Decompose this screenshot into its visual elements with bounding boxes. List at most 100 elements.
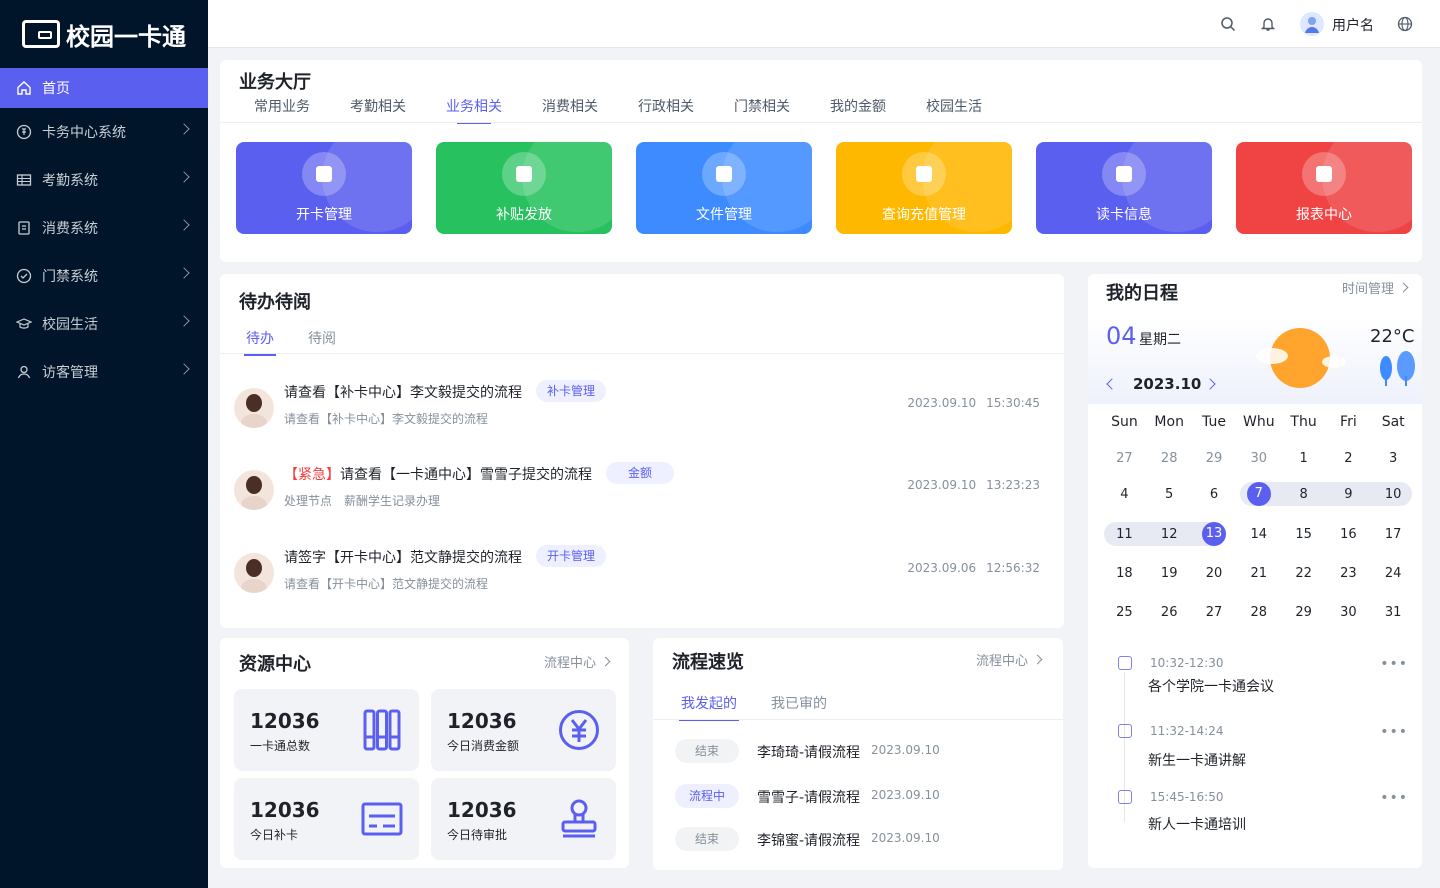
calendar-day[interactable]: 2 <box>1326 451 1371 466</box>
calendar-day[interactable]: 15 <box>1281 527 1326 542</box>
flow-row[interactable]: 结束 李琦琦-请假流程 2023.09.10 <box>675 739 1055 763</box>
calendar-day[interactable]: 5 <box>1147 487 1192 502</box>
stat-card[interactable]: 12036 今日待审批 <box>431 778 616 860</box>
time-management-link[interactable]: 时间管理 <box>1342 278 1407 297</box>
flow-row[interactable]: 流程中 雪雪子-请假流程 2023.09.10 <box>675 784 1055 808</box>
process-center-link[interactable]: 流程中心 <box>976 650 1041 669</box>
stat-card[interactable]: 12036 今日补卡 <box>234 778 419 860</box>
username[interactable]: 用户名 <box>1332 15 1374 35</box>
more-options-icon[interactable]: ••• <box>1380 724 1408 740</box>
tab-business[interactable]: 业务相关 <box>446 96 502 124</box>
calendar-day[interactable]: 23 <box>1326 566 1371 581</box>
calendar-day[interactable]: 19 <box>1147 566 1192 581</box>
tab-my-amount[interactable]: 我的金额 <box>830 96 886 124</box>
calendar-day[interactable]: 30 <box>1326 605 1371 620</box>
calendar-day[interactable]: 29 <box>1281 605 1326 620</box>
sidebar-item-access-control[interactable]: 门禁系统 <box>0 252 208 300</box>
urgent-tag: 【紧急】 <box>284 467 340 483</box>
tab-to-read[interactable]: 待阅 <box>306 328 338 356</box>
calendar-day[interactable]: 6 <box>1192 487 1237 502</box>
flow-name: 李琦琦-请假流程 <box>757 745 861 761</box>
tab-initiated[interactable]: 我发起的 <box>679 693 739 721</box>
calendar-day[interactable]: 14 <box>1236 527 1281 542</box>
search-icon[interactable] <box>1220 16 1236 36</box>
calendar-week-row: 27 28 29 30 1 2 3 <box>1102 442 1416 474</box>
tile-subsidy[interactable]: 补贴发放 <box>436 142 612 234</box>
sidebar-item-home[interactable]: 首页 <box>0 68 208 108</box>
calendar-day[interactable]: 16 <box>1326 527 1371 542</box>
divider <box>220 122 1422 123</box>
flow-title: 流程速览 <box>672 652 744 673</box>
tab-reviewed[interactable]: 我已审的 <box>769 693 829 721</box>
calendar-day[interactable]: 18 <box>1102 566 1147 581</box>
sidebar-item-consumption[interactable]: 消费系统 <box>0 204 208 252</box>
todo-item-subtitle-text: 请查看【补卡中心】李文毅提交的流程 <box>284 412 489 426</box>
tile-recharge-query[interactable]: 查询充值管理 <box>836 142 1012 234</box>
todo-item-title: 【紧急】请查看【一卡通中心】雪雪子提交的流程 <box>284 464 592 484</box>
calendar-day[interactable]: 11 <box>1102 527 1147 542</box>
calendar-day[interactable]: 20 <box>1192 566 1237 581</box>
tab-todo[interactable]: 待办 <box>244 328 276 356</box>
calendar-day[interactable]: 9 <box>1326 487 1371 502</box>
calendar-day[interactable]: 3 <box>1371 451 1416 466</box>
schedule-event[interactable]: 11:32-14:24 新生一卡通讲解 ••• <box>1118 724 1408 770</box>
tile-card-open[interactable]: 开卡管理 <box>236 142 412 234</box>
tile-card-reading[interactable]: 读卡信息 <box>1036 142 1212 234</box>
calendar-day[interactable]: 27 <box>1102 451 1147 466</box>
sidebar-item-visitor[interactable]: 访客管理 <box>0 348 208 396</box>
card-center-icon <box>16 124 32 140</box>
stamp-icon <box>558 798 600 840</box>
chevron-right-icon <box>178 363 190 375</box>
calendar-day[interactable]: 12 <box>1147 527 1192 542</box>
flow-row[interactable]: 结束 李锦蜜-请假流程 2023.09.10 <box>675 827 1055 851</box>
list-item[interactable]: 请签字【开卡中心】范文静提交的流程 开卡管理 请查看【开卡中心】范文静提交的流程… <box>234 545 1050 603</box>
calendar-day[interactable]: 30 <box>1236 451 1281 466</box>
sidebar-item-attendance[interactable]: 考勤系统 <box>0 156 208 204</box>
calendar-day[interactable]: 29 <box>1192 451 1237 466</box>
bell-icon[interactable] <box>1260 16 1276 36</box>
calendar-day[interactable]: 26 <box>1147 605 1192 620</box>
calendar-day[interactable]: 27 <box>1192 605 1237 620</box>
calendar-day[interactable]: 17 <box>1371 527 1416 542</box>
calendar-day[interactable]: 22 <box>1281 566 1326 581</box>
more-options-icon[interactable]: ••• <box>1380 790 1408 806</box>
process-center-link[interactable]: 流程中心 <box>544 652 609 671</box>
tile-report-center[interactable]: 报表中心 <box>1236 142 1412 234</box>
stat-card[interactable]: 12036 一卡通总数 <box>234 689 419 771</box>
tab-access[interactable]: 门禁相关 <box>734 96 790 124</box>
list-item[interactable]: 请查看【补卡中心】李文毅提交的流程 补卡管理 请查看【补卡中心】李文毅提交的流程… <box>234 380 1050 438</box>
sidebar-item-card-center[interactable]: 卡务中心系统 <box>0 108 208 156</box>
calendar-day[interactable]: 21 <box>1236 566 1281 581</box>
resource-panel: 资源中心 流程中心 12036 一卡通总数 12036 今日消费金额 12036… <box>220 638 629 868</box>
calendar-day[interactable]: 4 <box>1102 487 1147 502</box>
avatar[interactable] <box>1300 12 1324 36</box>
event-title: 各个学院一卡通会议 <box>1148 679 1274 695</box>
stat-card[interactable]: 12036 今日消费金额 <box>431 689 616 771</box>
flow-date: 2023.09.10 <box>871 788 940 802</box>
globe-icon[interactable] <box>1397 16 1413 36</box>
calendar-day[interactable]: 8 <box>1281 487 1326 502</box>
calendar-day[interactable]: 28 <box>1147 451 1192 466</box>
calendar-day[interactable]: 1 <box>1281 451 1326 466</box>
tab-common[interactable]: 常用业务 <box>254 96 310 124</box>
tab-attendance[interactable]: 考勤相关 <box>350 96 406 124</box>
category-badge: 开卡管理 <box>536 545 607 567</box>
stat-label: 今日补卡 <box>250 828 299 842</box>
calendar-day-selected[interactable]: 13 <box>1192 522 1237 546</box>
sidebar-item-campus-life[interactable]: 校园生活 <box>0 300 208 348</box>
tab-consumption[interactable]: 消费相关 <box>542 96 598 124</box>
calendar-day[interactable]: 24 <box>1371 566 1416 581</box>
calendar-day-selected[interactable]: 7 <box>1236 482 1281 506</box>
calendar-day[interactable]: 25 <box>1102 605 1147 620</box>
tile-file-management[interactable]: 文件管理 <box>636 142 812 234</box>
schedule-event[interactable]: 10:32-12:30 各个学院一卡通会议 ••• <box>1118 656 1408 696</box>
schedule-event[interactable]: 15:45-16:50 新人一卡通培训 ••• <box>1118 790 1408 834</box>
tab-administration[interactable]: 行政相关 <box>638 96 694 124</box>
chevron-right-icon <box>178 219 190 231</box>
tab-campus-life[interactable]: 校园生活 <box>926 96 982 124</box>
more-options-icon[interactable]: ••• <box>1380 656 1408 672</box>
calendar-day[interactable]: 10 <box>1371 487 1416 502</box>
calendar-day[interactable]: 31 <box>1371 605 1416 620</box>
calendar-day[interactable]: 28 <box>1236 605 1281 620</box>
list-item[interactable]: 【紧急】请查看【一卡通中心】雪雪子提交的流程 金额 处理节点 薪酬学生记录办理 2… <box>234 462 1050 520</box>
